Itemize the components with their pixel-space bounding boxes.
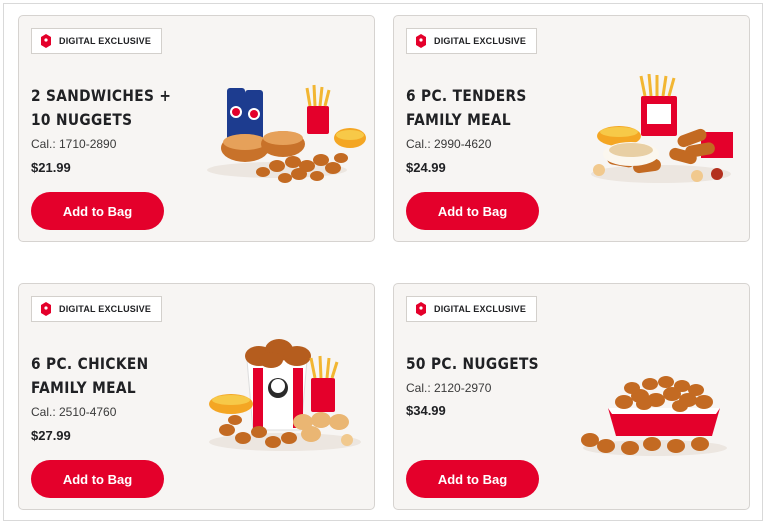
offer-card: DIGITAL EXCLUSIVE 6 PC. CHICKEN FAMILY M… <box>18 283 375 510</box>
offer-card: DIGITAL EXCLUSIVE 50 PC. NUGGETS Cal.: 2… <box>393 283 750 510</box>
offer-calories: Cal.: 2120-2970 <box>406 381 492 395</box>
tag-icon <box>41 302 51 316</box>
offer-title: 6 PC. CHICKEN FAMILY MEAL <box>31 354 149 397</box>
offer-calories: Cal.: 2990-4620 <box>406 137 492 151</box>
nuggets-box-image <box>581 376 727 456</box>
digital-exclusive-badge: DIGITAL EXCLUSIVE <box>31 28 163 54</box>
offer-title: 2 SANDWICHES + 10 NUGGETS <box>31 86 172 129</box>
digital-exclusive-badge: DIGITAL EXCLUSIVE <box>31 296 163 322</box>
offer-price: $21.99 <box>31 160 71 175</box>
offer-title: 6 PC. TENDERS FAMILY MEAL <box>406 86 527 129</box>
badge-label: DIGITAL EXCLUSIVE <box>59 36 152 46</box>
chicken-family-meal-image <box>209 339 361 451</box>
tag-icon <box>416 34 426 48</box>
sandwiches-nuggets-meal-image <box>207 84 366 183</box>
offer-calories: Cal.: 2510-4760 <box>31 405 117 419</box>
offer-card: DIGITAL EXCLUSIVE 2 SANDWICHES + 10 NUGG… <box>18 15 375 242</box>
digital-exclusive-badge: DIGITAL EXCLUSIVE <box>406 296 538 322</box>
add-to-bag-button[interactable]: Add to Bag <box>406 192 539 230</box>
offer-price: $27.99 <box>31 428 71 443</box>
badge-label: DIGITAL EXCLUSIVE <box>434 36 527 46</box>
badge-label: DIGITAL EXCLUSIVE <box>59 304 152 314</box>
add-to-bag-button[interactable]: Add to Bag <box>31 192 164 230</box>
tag-icon <box>416 302 426 316</box>
add-to-bag-button[interactable]: Add to Bag <box>406 460 539 498</box>
offer-card: DIGITAL EXCLUSIVE 6 PC. TENDERS FAMILY M… <box>393 15 750 242</box>
offer-calories: Cal.: 1710-2890 <box>31 137 117 151</box>
offer-price: $24.99 <box>406 160 446 175</box>
add-to-bag-button[interactable]: Add to Bag <box>31 460 164 498</box>
tenders-family-meal-image <box>591 74 733 183</box>
digital-exclusive-badge: DIGITAL EXCLUSIVE <box>406 28 538 54</box>
badge-label: DIGITAL EXCLUSIVE <box>434 304 527 314</box>
offer-price: $34.99 <box>406 403 446 418</box>
tag-icon <box>41 34 51 48</box>
offer-title: 50 PC. NUGGETS <box>406 354 539 373</box>
